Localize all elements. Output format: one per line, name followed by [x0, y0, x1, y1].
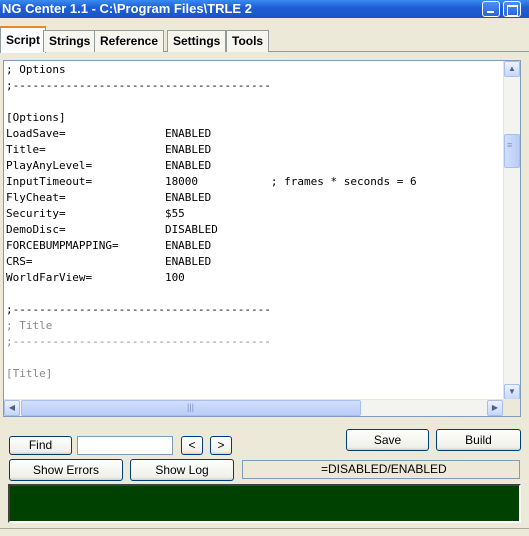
tab-strip: Script Strings Reference Settings Tools — [0, 26, 529, 53]
vertical-scrollbar[interactable]: ▲ ≡ ▼ — [503, 61, 520, 400]
tab-reference[interactable]: Reference — [94, 30, 165, 52]
script-editor[interactable]: ; Options ;------------------------------… — [3, 60, 521, 417]
save-button[interactable]: Save — [346, 429, 429, 451]
code-line: FORCEBUMPMAPPING= ENABLED — [6, 239, 212, 252]
output-console — [8, 484, 521, 523]
code-line: InputTimeout= 18000 ; frames * seconds =… — [6, 175, 417, 188]
code-line: CRS= ENABLED — [6, 255, 212, 268]
code-line: ; Title — [6, 319, 53, 332]
code-line: Title= ENABLED — [6, 143, 212, 156]
code-line: WorldFarView= 100 — [6, 271, 185, 284]
show-errors-button[interactable]: Show Errors — [9, 459, 123, 481]
divider — [0, 528, 529, 529]
code-line: ;--------------------------------------- — [6, 335, 271, 348]
build-button[interactable]: Build — [436, 429, 521, 451]
status-field: =DISABLED/ENABLED — [242, 460, 520, 479]
maximize-button[interactable] — [503, 1, 521, 17]
tab-script[interactable]: Script — [0, 26, 47, 53]
scroll-corner — [503, 399, 520, 416]
tab-tools[interactable]: Tools — [226, 30, 270, 52]
code-line: [Title] — [6, 367, 53, 380]
code-line: DemoDisc= DISABLED — [6, 223, 218, 236]
horizontal-scrollbar[interactable]: ◀ ||| ▶ — [4, 399, 503, 416]
horizontal-scroll-thumb[interactable]: ||| — [21, 400, 361, 416]
show-log-button[interactable]: Show Log — [130, 459, 234, 481]
code-line: ;--------------------------------------- — [6, 303, 271, 316]
window-title: NG Center 1.1 - C:\Program Files\TRLE 2 — [2, 1, 252, 16]
grip-icon: ≡ — [507, 140, 513, 150]
left-arrow-icon[interactable]: ◀ — [4, 400, 20, 416]
code-line: ;--------------------------------------- — [6, 79, 271, 92]
find-next-button[interactable]: > — [210, 436, 232, 455]
minimize-button[interactable] — [482, 1, 500, 17]
tab-settings[interactable]: Settings — [167, 30, 227, 52]
find-previous-button[interactable]: < — [181, 436, 203, 455]
script-text-area[interactable]: ; Options ;------------------------------… — [6, 62, 502, 399]
tab-strings[interactable]: Strings — [43, 30, 97, 52]
up-arrow-icon[interactable]: ▲ — [504, 61, 520, 77]
code-line: PlayAnyLevel= ENABLED — [6, 159, 212, 172]
code-line: LoadSave= ENABLED — [6, 127, 212, 140]
code-line: FlyCheat= ENABLED — [6, 191, 212, 204]
code-line: [Options] — [6, 111, 66, 124]
window-title-bar: NG Center 1.1 - C:\Program Files\TRLE 2 — [0, 0, 529, 18]
find-button[interactable]: Find — [9, 436, 72, 455]
code-line: ; Options — [6, 63, 66, 76]
right-arrow-icon[interactable]: ▶ — [487, 400, 503, 416]
find-input[interactable] — [77, 436, 173, 455]
code-line: Security= $55 — [6, 207, 185, 220]
down-arrow-icon[interactable]: ▼ — [504, 384, 520, 400]
grip-icon: ||| — [187, 402, 195, 412]
